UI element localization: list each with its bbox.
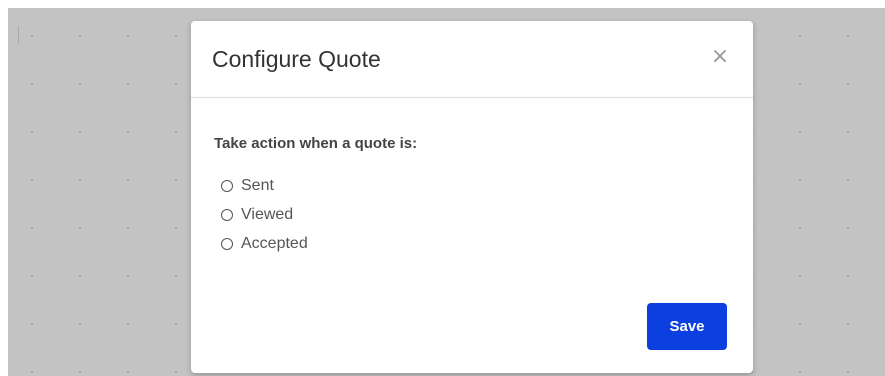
option-label: Sent: [241, 176, 274, 194]
radio-unchecked-icon[interactable]: [221, 237, 233, 250]
radio-unchecked-icon[interactable]: [221, 179, 233, 192]
app-canvas: Configure Quote × Take action when a quo…: [0, 0, 885, 376]
dialog-header: Configure Quote ×: [191, 21, 753, 98]
trigger-prompt: Take action when a quote is:: [214, 135, 418, 152]
configure-quote-dialog: Configure Quote × Take action when a quo…: [191, 21, 753, 373]
trigger-options: Sent Viewed Accepted: [221, 171, 308, 258]
dialog-title: Configure Quote: [212, 46, 381, 72]
save-button[interactable]: Save: [647, 303, 727, 350]
backdrop-divider: [18, 26, 19, 44]
radio-unchecked-icon[interactable]: [221, 208, 233, 221]
option-label: Viewed: [241, 205, 294, 223]
option-viewed[interactable]: Viewed: [221, 200, 308, 229]
option-label: Accepted: [241, 234, 308, 252]
option-sent[interactable]: Sent: [221, 171, 308, 200]
option-accepted[interactable]: Accepted: [221, 229, 308, 258]
close-icon[interactable]: ×: [708, 45, 732, 69]
